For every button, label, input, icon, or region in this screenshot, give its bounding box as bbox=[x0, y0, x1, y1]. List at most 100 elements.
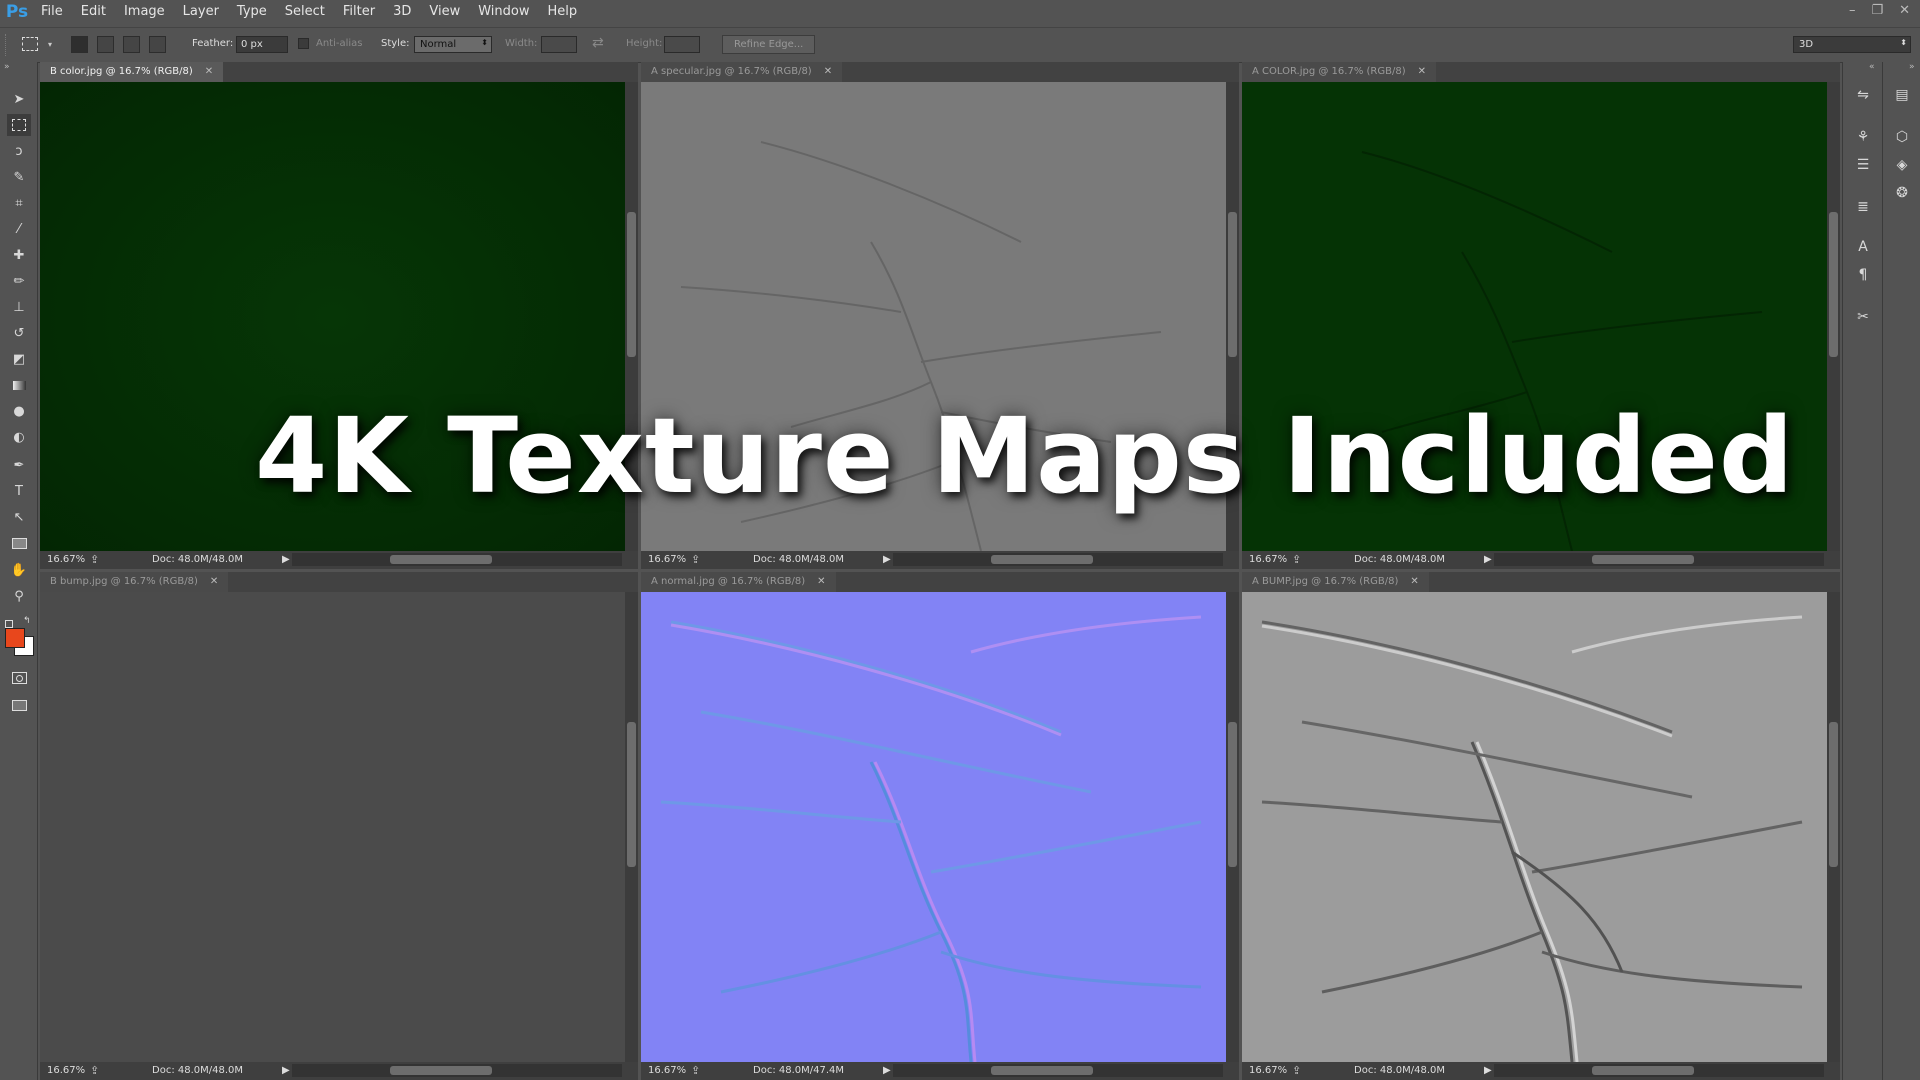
move-tool-icon[interactable]: ➤ bbox=[7, 88, 31, 110]
pen-tool-icon[interactable]: ✒ bbox=[7, 454, 31, 476]
intersect-selection-button[interactable] bbox=[149, 36, 166, 53]
status-menu-arrow-icon[interactable]: ▶ bbox=[1484, 554, 1492, 565]
properties-panel-icon[interactable]: ☰ bbox=[1852, 154, 1874, 176]
zoom-level[interactable]: 16.67% bbox=[648, 1065, 686, 1076]
horizontal-scrollbar[interactable] bbox=[1494, 553, 1824, 566]
tool-presets-icon[interactable]: ✂ bbox=[1852, 306, 1874, 328]
zoom-tool-icon[interactable]: ⚲ bbox=[7, 585, 31, 607]
collapse-dock-icon[interactable]: « bbox=[1869, 62, 1875, 72]
width-input[interactable] bbox=[541, 36, 577, 53]
share-icon[interactable]: ⇪ bbox=[1292, 553, 1301, 566]
close-tab-icon[interactable]: ✕ bbox=[205, 66, 213, 77]
scrollbar-thumb[interactable] bbox=[390, 1066, 492, 1075]
scrollbar-thumb[interactable] bbox=[1829, 722, 1838, 867]
menu-image[interactable]: Image bbox=[115, 0, 174, 24]
document-tab[interactable]: A COLOR.jpg @ 16.7% (RGB/8) ✕ bbox=[1242, 62, 1436, 82]
document-tab[interactable]: A specular.jpg @ 16.7% (RGB/8) ✕ bbox=[641, 62, 843, 82]
quick-mask-icon[interactable] bbox=[7, 667, 31, 689]
vertical-scrollbar[interactable] bbox=[1827, 82, 1840, 551]
zoom-level[interactable]: 16.67% bbox=[1249, 1065, 1287, 1076]
scrollbar-thumb[interactable] bbox=[627, 212, 636, 357]
status-menu-arrow-icon[interactable]: ▶ bbox=[883, 554, 891, 565]
document-window[interactable]: A BUMP.jpg @ 16.7% (RGB/8) ✕ 16.67% ⇪ Doc… bbox=[1242, 572, 1840, 1080]
texture-canvas-bump[interactable] bbox=[40, 592, 625, 1062]
menu-edit[interactable]: Edit bbox=[72, 0, 115, 24]
share-icon[interactable]: ⇪ bbox=[90, 553, 99, 566]
lasso-tool-icon[interactable]: ↄ bbox=[7, 140, 31, 162]
history-panel-icon[interactable]: ⇋ bbox=[1852, 84, 1874, 106]
scrollbar-thumb[interactable] bbox=[1228, 722, 1237, 867]
vertical-scrollbar[interactable] bbox=[625, 592, 638, 1062]
gradient-tool-icon[interactable] bbox=[7, 374, 31, 396]
3d-panel-icon[interactable]: ⬡ bbox=[1891, 126, 1913, 148]
screen-mode-icon[interactable] bbox=[7, 694, 31, 716]
status-menu-arrow-icon[interactable]: ▶ bbox=[883, 1065, 891, 1076]
share-icon[interactable]: ⇪ bbox=[90, 1064, 99, 1077]
texture-canvas-normal[interactable] bbox=[641, 592, 1226, 1062]
workspace-select[interactable]: 3D ⬍ bbox=[1793, 36, 1911, 53]
type-tool-icon[interactable]: T bbox=[7, 480, 31, 502]
antialias-checkbox[interactable] bbox=[298, 38, 309, 49]
document-tab[interactable]: A normal.jpg @ 16.7% (RGB/8) ✕ bbox=[641, 572, 836, 592]
close-tab-icon[interactable]: ✕ bbox=[817, 576, 825, 587]
color-panel-icon[interactable]: ▤ bbox=[1891, 84, 1913, 106]
zoom-level[interactable]: 16.67% bbox=[648, 554, 686, 565]
zoom-level[interactable]: 16.67% bbox=[47, 554, 85, 565]
scrollbar-thumb[interactable] bbox=[1592, 555, 1694, 564]
swap-dimensions-icon[interactable]: ⇄ bbox=[592, 35, 604, 51]
spot-healing-tool-icon[interactable]: ✚ bbox=[7, 244, 31, 266]
menu-layer[interactable]: Layer bbox=[174, 0, 228, 24]
character-panel-icon[interactable]: A bbox=[1852, 236, 1874, 258]
menu-window[interactable]: Window bbox=[469, 0, 538, 24]
brush-tool-icon[interactable]: ✏ bbox=[7, 270, 31, 292]
new-selection-button[interactable] bbox=[71, 36, 88, 53]
minimize-icon[interactable]: – bbox=[1849, 3, 1856, 18]
menu-type[interactable]: Type bbox=[228, 0, 276, 24]
menu-3d[interactable]: 3D bbox=[384, 0, 420, 24]
feather-input[interactable]: 0 px bbox=[236, 36, 288, 53]
horizontal-scrollbar[interactable] bbox=[1494, 1064, 1824, 1077]
restore-icon[interactable]: ❐ bbox=[1871, 3, 1883, 18]
collapse-dock-icon[interactable]: » bbox=[1909, 62, 1915, 72]
default-colors-icon[interactable] bbox=[5, 620, 13, 628]
blur-tool-icon[interactable]: ● bbox=[7, 400, 31, 422]
height-input[interactable] bbox=[664, 36, 700, 53]
menu-help[interactable]: Help bbox=[539, 0, 587, 24]
horizontal-scrollbar[interactable] bbox=[893, 1064, 1223, 1077]
hand-tool-icon[interactable]: ✋ bbox=[7, 559, 31, 581]
paragraph-styles-icon[interactable]: ≣ bbox=[1852, 196, 1874, 218]
vertical-scrollbar[interactable] bbox=[1226, 592, 1239, 1062]
marquee-tool-preset-icon[interactable] bbox=[22, 37, 38, 51]
subtract-from-selection-button[interactable] bbox=[123, 36, 140, 53]
scrollbar-thumb[interactable] bbox=[991, 1066, 1093, 1075]
refine-edge-button[interactable]: Refine Edge... bbox=[722, 35, 816, 54]
rectangular-marquee-tool-icon[interactable] bbox=[7, 114, 31, 136]
zoom-level[interactable]: 16.67% bbox=[47, 1065, 85, 1076]
status-menu-arrow-icon[interactable]: ▶ bbox=[282, 554, 290, 565]
eraser-tool-icon[interactable]: ◩ bbox=[7, 348, 31, 370]
share-icon[interactable]: ⇪ bbox=[691, 553, 700, 566]
brush-presets-icon[interactable]: ⚘ bbox=[1852, 126, 1874, 148]
path-selection-tool-icon[interactable]: ↖ bbox=[7, 506, 31, 528]
options-bar-grip[interactable] bbox=[5, 34, 10, 56]
share-icon[interactable]: ⇪ bbox=[691, 1064, 700, 1077]
scrollbar-thumb[interactable] bbox=[1829, 212, 1838, 357]
scrollbar-thumb[interactable] bbox=[1592, 1066, 1694, 1075]
paragraph-panel-icon[interactable]: ¶ bbox=[1852, 264, 1874, 286]
quick-selection-tool-icon[interactable]: ✎ bbox=[7, 166, 31, 188]
foreground-color-swatch[interactable] bbox=[5, 628, 25, 648]
eyedropper-tool-icon[interactable]: ⁄ bbox=[7, 218, 31, 240]
rectangle-shape-tool-icon[interactable] bbox=[7, 532, 31, 554]
swap-colors-icon[interactable]: ↰ bbox=[23, 616, 31, 626]
history-brush-tool-icon[interactable]: ↺ bbox=[7, 322, 31, 344]
collapse-toolbar-icon[interactable]: » bbox=[4, 62, 10, 72]
document-window[interactable]: A normal.jpg @ 16.7% (RGB/8) ✕ 16.67% ⇪ D… bbox=[641, 572, 1239, 1080]
add-to-selection-button[interactable] bbox=[97, 36, 114, 53]
status-menu-arrow-icon[interactable]: ▶ bbox=[1484, 1065, 1492, 1076]
layers-panel-icon[interactable]: ◈ bbox=[1891, 154, 1913, 176]
horizontal-scrollbar[interactable] bbox=[292, 553, 622, 566]
zoom-level[interactable]: 16.67% bbox=[1249, 554, 1287, 565]
style-select[interactable]: Normal ⬍ bbox=[414, 36, 492, 53]
horizontal-scrollbar[interactable] bbox=[893, 553, 1223, 566]
close-tab-icon[interactable]: ✕ bbox=[1410, 576, 1418, 587]
